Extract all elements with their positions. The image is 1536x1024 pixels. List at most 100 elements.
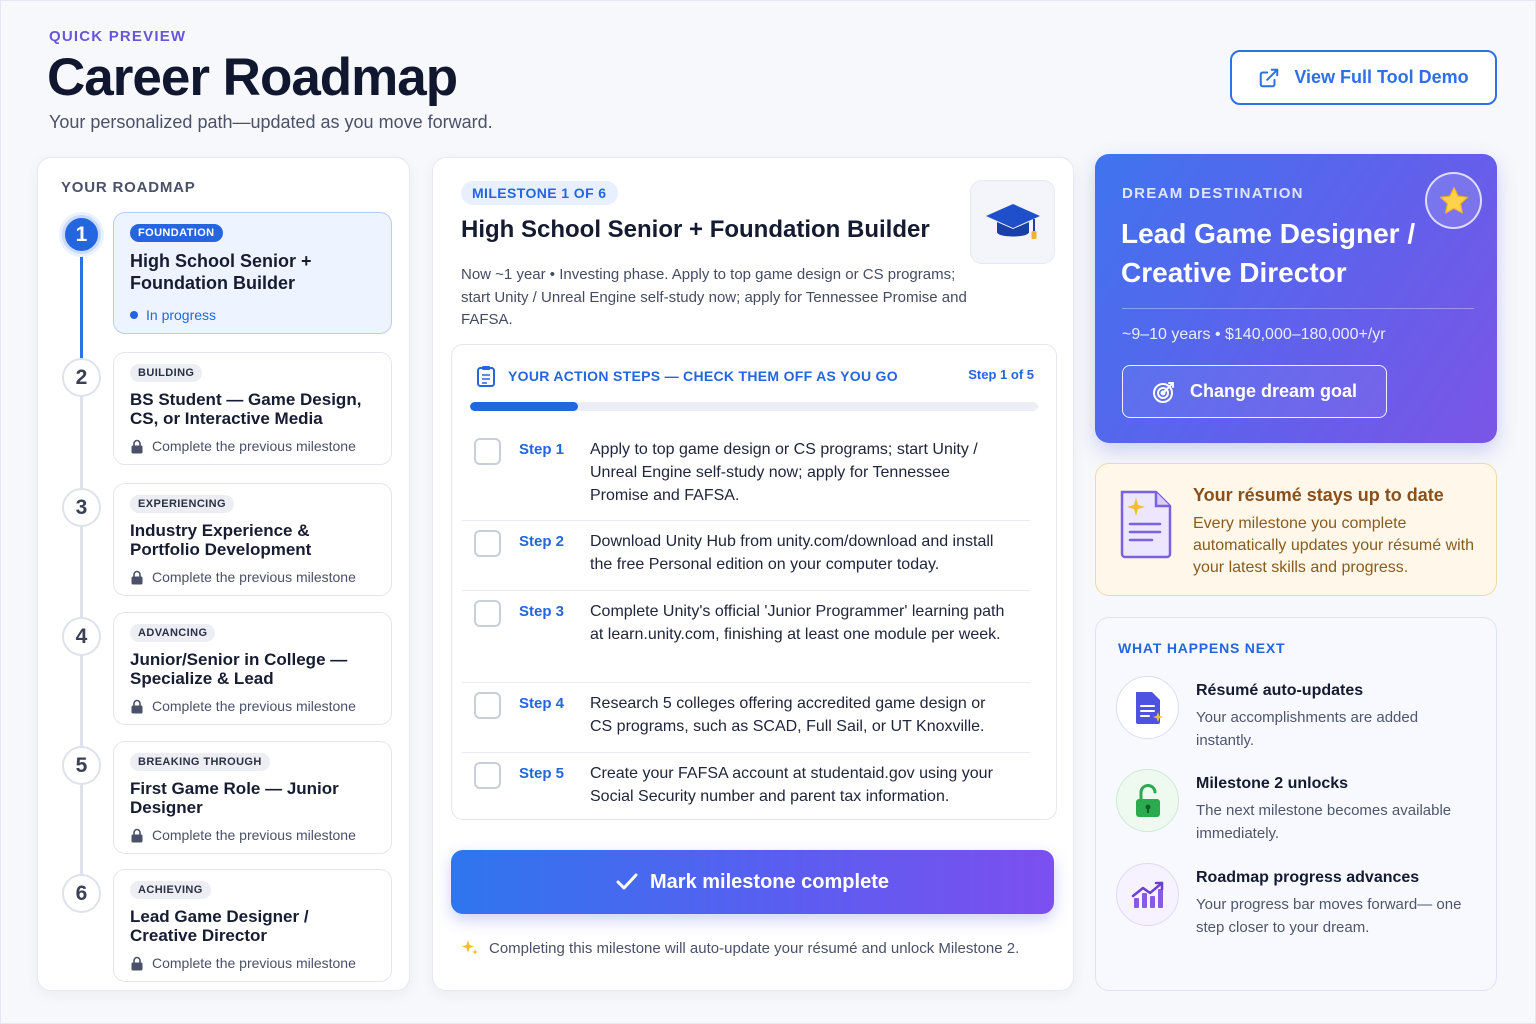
page-title: Career Roadmap: [47, 48, 458, 107]
milestone-status-text: Complete the previous milestone: [152, 955, 356, 971]
milestone-card-4[interactable]: ADVANCING Junior/Senior in College — Spe…: [113, 612, 392, 725]
step-label: Step 1: [519, 441, 565, 458]
milestone-status: Complete the previous milestone: [130, 827, 356, 843]
milestone-status: Complete the previous milestone: [130, 955, 356, 971]
complete-note-text: Completing this milestone will auto-upda…: [489, 939, 1020, 957]
step-label: Step 3: [519, 603, 565, 620]
step-text: Download Unity Hub from unity.com/downlo…: [590, 533, 994, 573]
step-label: Step 4: [519, 695, 565, 712]
step-text: Complete Unity's official 'Junior Progra…: [590, 603, 1005, 643]
milestone-description: Now ~1 year • Investing phase. Apply to …: [461, 266, 967, 328]
steps-progress-fill: [470, 402, 578, 411]
milestone-status-text: Complete the previous milestone: [152, 698, 356, 714]
milestone-status: Complete the previous milestone: [130, 569, 356, 585]
milestone-tag: ACHIEVING: [130, 881, 211, 899]
in-progress-dot-icon: [130, 311, 138, 319]
step-number-6: 6: [62, 874, 101, 913]
action-steps-header: YOUR ACTION STEPS — CHECK THEM OFF AS YO…: [476, 365, 898, 387]
next-item: Résumé auto-updates Your accomplishments…: [1116, 676, 1486, 756]
document-sparkle-icon: [1116, 676, 1179, 739]
action-steps-title: YOUR ACTION STEPS — CHECK THEM OFF AS YO…: [508, 368, 898, 384]
action-step-row: Step 2 Download Unity Hub from unity.com…: [462, 521, 1030, 591]
step-label: Step 5: [519, 765, 565, 782]
chart-trend-up-icon: [1116, 863, 1179, 926]
step-number-3: 3: [62, 488, 101, 527]
milestone-title: BS Student — Game Design, CS, or Interac…: [130, 390, 362, 428]
milestone-status: In progress: [130, 307, 216, 323]
milestone-card-5[interactable]: BREAKING THROUGH First Game Role — Junio…: [113, 741, 392, 854]
checkmark-icon: [616, 873, 638, 890]
steps-progress-bar: [470, 402, 1038, 411]
view-demo-button[interactable]: View Full Tool Demo: [1230, 50, 1497, 105]
milestone-tag: BREAKING THROUGH: [130, 753, 270, 771]
app-frame: QUICK PREVIEW Career Roadmap Your person…: [0, 0, 1536, 1024]
lock-icon: [131, 439, 143, 453]
target-icon: [1152, 381, 1174, 403]
mark-complete-label: Mark milestone complete: [650, 870, 889, 893]
step-checkbox[interactable]: [474, 692, 501, 719]
lock-icon: [131, 570, 143, 584]
milestone-card-3[interactable]: EXPERIENCING Industry Experience & Portf…: [113, 483, 392, 596]
action-step-row: Step 5 Create your FAFSA account at stud…: [462, 753, 1030, 819]
action-steps-box: YOUR ACTION STEPS — CHECK THEM OFF AS YO…: [451, 344, 1057, 820]
next-heading: WHAT HAPPENS NEXT: [1118, 640, 1286, 656]
milestone-status-text: In progress: [146, 307, 217, 323]
next-item: Roadmap progress advances Your progress …: [1116, 863, 1486, 943]
action-step-row: Step 3 Complete Unity's official 'Junior…: [462, 591, 1030, 683]
resume-title: Your résumé stays up to date: [1193, 485, 1444, 505]
step-text: Apply to top game design or CS programs;…: [590, 441, 978, 504]
milestone-card-1[interactable]: FOUNDATION High School Senior + Foundati…: [113, 212, 392, 334]
lock-icon: [131, 699, 143, 713]
resume-info-card: Your résumé stays up to date Every miles…: [1095, 463, 1497, 596]
milestone-status: Complete the previous milestone: [130, 698, 356, 714]
mark-complete-button[interactable]: Mark milestone complete: [451, 850, 1054, 914]
milestone-status: Complete the previous milestone: [130, 438, 356, 454]
lock-icon: [131, 956, 143, 970]
action-step-row: Step 4 Research 5 colleges offering accr…: [462, 683, 1030, 753]
steps-counter: Step 1 of 5: [968, 367, 1034, 382]
step-checkbox[interactable]: [474, 438, 501, 465]
resume-text: Every milestone you complete automatical…: [1193, 515, 1475, 576]
milestone-title: First Game Role — Junior Designer: [130, 779, 339, 817]
step-checkbox[interactable]: [474, 762, 501, 789]
milestone-tag: ADVANCING: [130, 624, 216, 642]
milestone-status-text: Complete the previous milestone: [152, 569, 356, 585]
milestone-title: Industry Experience & Portfolio Developm…: [130, 521, 312, 559]
step-number-1: 1: [62, 215, 101, 254]
next-item: Milestone 2 unlocks The next milestone b…: [1116, 769, 1486, 849]
complete-note: Completing this milestone will auto-upda…: [461, 939, 1019, 957]
step-checkbox[interactable]: [474, 600, 501, 627]
lock-icon: [131, 828, 143, 842]
milestone-heading: High School Senior + Foundation Builder: [461, 216, 930, 243]
milestone-tag: EXPERIENCING: [130, 495, 234, 513]
milestone-status-text: Complete the previous milestone: [152, 827, 356, 843]
milestone-title: High School Senior + Foundation Builder: [130, 251, 312, 293]
change-dream-goal-button[interactable]: Change dream goal: [1122, 365, 1387, 418]
star-icon: [1425, 172, 1482, 229]
what-happens-next-card: WHAT HAPPENS NEXT Résumé auto-updates Yo…: [1095, 617, 1497, 991]
unlock-icon: [1116, 769, 1179, 832]
dream-meta: ~9–10 years • $140,000–180,000+/yr: [1122, 326, 1386, 343]
step-label: Step 2: [519, 533, 565, 550]
change-dream-goal-label: Change dream goal: [1189, 381, 1358, 401]
step-number-4: 4: [62, 617, 101, 656]
milestone-title: Junior/Senior in College — Specialize & …: [130, 650, 348, 688]
step-number-2: 2: [62, 358, 101, 397]
next-item-title: Milestone 2 unlocks: [1196, 775, 1349, 792]
milestone-status-text: Complete the previous milestone: [152, 438, 356, 454]
action-step-row: Step 1 Apply to top game design or CS pr…: [462, 429, 1030, 521]
external-link-icon: [1260, 68, 1279, 87]
dream-title: Lead Game Designer / Creative Director: [1121, 218, 1416, 288]
step-checkbox[interactable]: [474, 530, 501, 557]
milestone-tag: FOUNDATION: [130, 224, 223, 242]
step-number-5: 5: [62, 746, 101, 785]
milestone-card-2[interactable]: BUILDING BS Student — Game Design, CS, o…: [113, 352, 392, 465]
dream-eyebrow: DREAM DESTINATION: [1122, 185, 1304, 202]
view-demo-label: View Full Tool Demo: [1294, 67, 1469, 87]
milestone-title: Lead Game Designer / Creative Director: [130, 907, 309, 945]
eyebrow-label: QUICK PREVIEW: [49, 28, 187, 45]
milestone-card-6[interactable]: ACHIEVING Lead Game Designer / Creative …: [113, 869, 392, 982]
roadmap-panel: YOUR ROADMAP 1 FOUNDATION High School Se…: [37, 157, 410, 991]
next-item-title: Roadmap progress advances: [1196, 869, 1420, 886]
next-item-text: The next milestone becomes available imm…: [1196, 802, 1452, 842]
